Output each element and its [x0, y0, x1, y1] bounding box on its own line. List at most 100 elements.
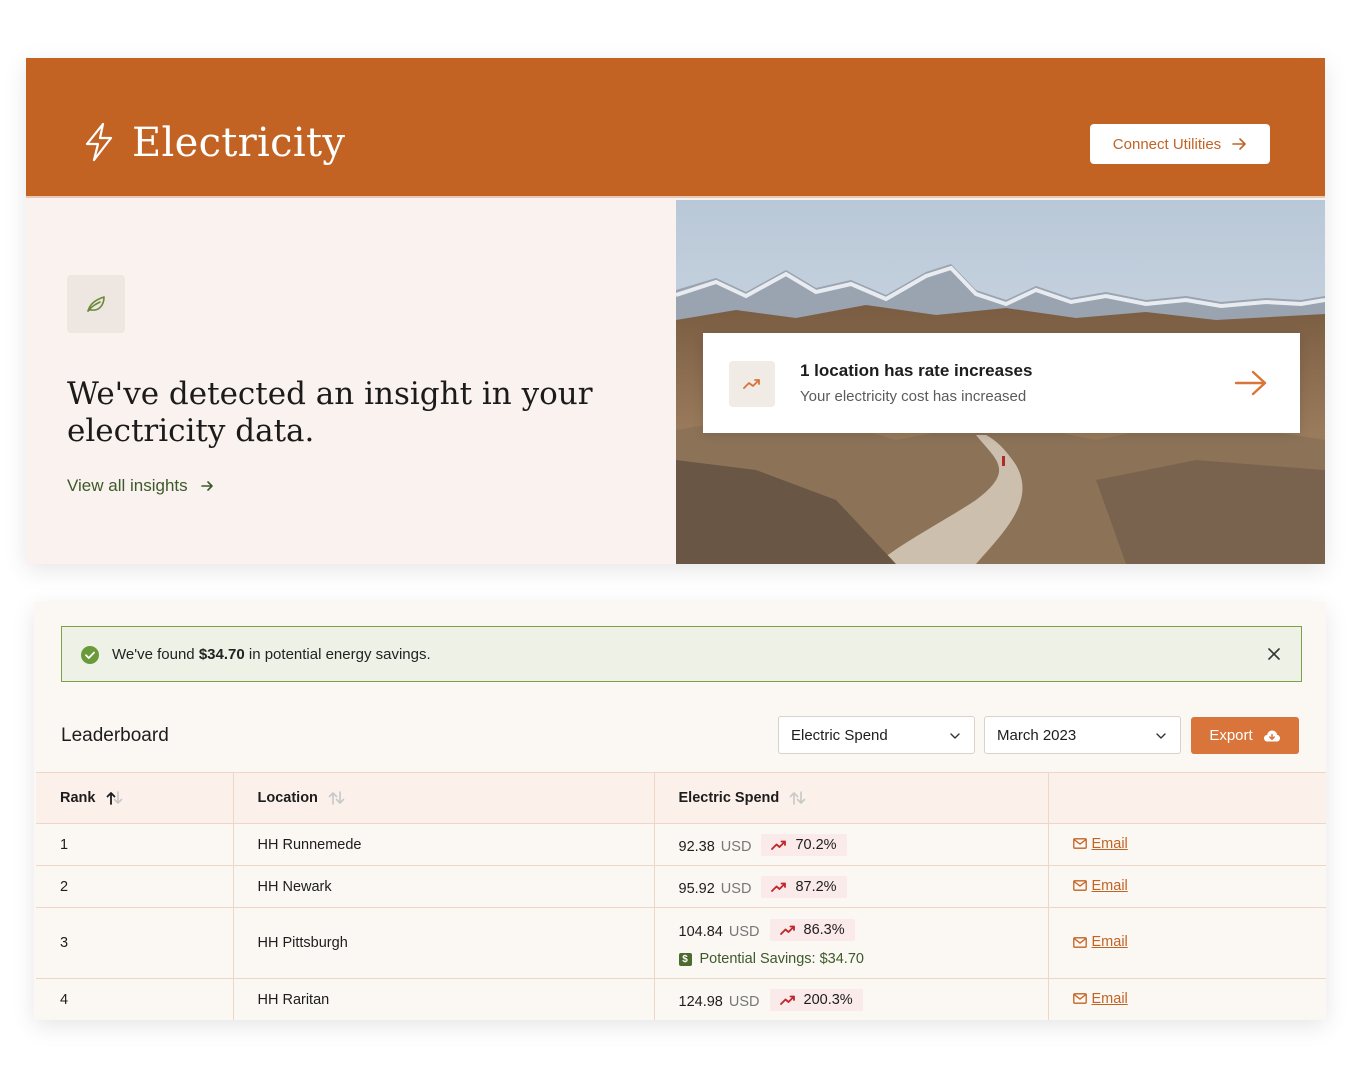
spend-value: 104.84 — [678, 924, 723, 940]
rank-cell: 1 — [36, 823, 234, 866]
arrow-right-icon[interactable] — [1234, 369, 1268, 397]
dollar-icon: $ — [678, 952, 692, 966]
savings-amount: $34.70 — [198, 646, 245, 663]
savings-alert: We've found $34.70 in potential energy s… — [61, 626, 1302, 682]
location-cell: HH Raritan — [233, 978, 655, 1020]
insight-panel: We've detected an insight in your electr… — [26, 200, 676, 564]
table-row: 3 HH Pittsburgh 104.84 USD 86.3% $ Potent… — [36, 907, 1326, 979]
rate-card-title: 1 location has rate increases — [800, 361, 1033, 380]
lightning-bolt-icon — [85, 122, 113, 162]
spend-unit: USD — [728, 993, 760, 1010]
envelope-icon — [1072, 838, 1087, 850]
location-cell: HH Newark — [233, 865, 655, 908]
rank-cell: 3 — [36, 907, 234, 979]
view-all-insights-label: View all insights — [67, 476, 188, 495]
envelope-icon — [1072, 936, 1087, 948]
spend-unit: USD — [720, 880, 752, 897]
sort-ascending-icon — [106, 791, 122, 806]
insight-heading: We've detected an insight in your electr… — [67, 376, 593, 449]
leaderboard-table: Rank Location Electric Spend 1 HH Runnem… — [36, 772, 1326, 1020]
leaf-icon — [87, 296, 105, 312]
envelope-icon — [1072, 880, 1087, 892]
connect-utilities-button[interactable]: Connect Utilities — [1090, 124, 1270, 164]
location-cell: HH Pittsburgh — [233, 907, 655, 979]
email-link[interactable]: Email — [1072, 934, 1128, 951]
table-row: 1 HH Runnemede 92.38 USD 70.2% Email — [36, 823, 1326, 866]
check-circle-icon — [81, 646, 99, 664]
page-title: Electricity — [132, 120, 346, 166]
rank-cell: 2 — [36, 865, 234, 908]
email-cell: Email — [1048, 823, 1326, 866]
table-row: 2 HH Newark 95.92 USD 87.2% Email — [36, 865, 1326, 908]
email-label: Email — [1091, 877, 1128, 894]
email-label: Email — [1091, 934, 1128, 951]
email-cell: Email — [1048, 907, 1326, 979]
spend-cell: 92.38 USD 70.2% — [654, 823, 1049, 866]
email-label: Email — [1091, 990, 1128, 1007]
leaf-icon-box — [67, 275, 125, 333]
change-value: 200.3% — [803, 991, 853, 1008]
change-value: 86.3% — [803, 922, 845, 938]
column-header-actions — [1048, 772, 1326, 824]
email-link[interactable]: Email — [1072, 835, 1128, 852]
column-header-location[interactable]: Location — [233, 772, 655, 824]
location-cell: HH Runnemede — [233, 823, 655, 866]
cloud-download-icon — [1263, 730, 1280, 741]
spend-value: 92.38 — [678, 838, 715, 855]
export-label: Export — [1209, 727, 1253, 744]
month-select-value: March 2023 — [997, 726, 1077, 744]
email-link[interactable]: Email — [1072, 990, 1128, 1007]
spend-value: 95.92 — [678, 880, 715, 897]
leaderboard-title: Leaderboard — [61, 725, 169, 746]
column-header-electric-spend[interactable]: Electric Spend — [654, 772, 1049, 824]
rate-increase-card[interactable]: 1 location has rate increases Your elect… — [703, 333, 1300, 433]
connect-utilities-label: Connect Utilities — [1112, 135, 1222, 153]
trending-up-icon — [779, 995, 795, 1005]
change-value: 87.2% — [795, 878, 837, 895]
trending-up-icon — [743, 379, 760, 389]
metric-select-value: Electric Spend — [791, 726, 888, 744]
spend-cell: 124.98 USD 200.3% — [654, 978, 1049, 1020]
table-header-row: Rank Location Electric Spend — [36, 772, 1326, 824]
arrow-right-icon — [1232, 138, 1246, 150]
chevron-down-icon — [950, 733, 960, 739]
change-badge: 70.2% — [761, 833, 847, 856]
change-value: 70.2% — [795, 836, 837, 853]
email-cell: Email — [1048, 865, 1326, 908]
column-header-rank[interactable]: Rank — [36, 772, 234, 824]
spend-value: 124.98 — [678, 993, 723, 1010]
rate-card-subtitle: Your electricity cost has increased — [800, 388, 1027, 405]
table-row: 4 HH Raritan 124.98 USD 200.3% Email — [36, 978, 1326, 1020]
sort-icon — [789, 791, 806, 805]
chevron-down-icon — [1156, 733, 1166, 739]
month-select[interactable]: March 2023 — [984, 716, 1181, 754]
email-cell: Email — [1048, 978, 1326, 1020]
leaderboard-card: We've found $34.70 in potential energy s… — [34, 602, 1326, 1020]
rank-cell: 4 — [36, 978, 234, 1020]
close-icon[interactable] — [1267, 647, 1281, 661]
trending-up-icon — [779, 925, 795, 935]
page-header: Electricity Connect Utilities — [26, 58, 1325, 198]
potential-savings-label: Potential Savings: $34.70 — [699, 951, 864, 967]
arrow-right-icon — [200, 481, 213, 491]
spend-cell: 104.84 USD 86.3% $ Potential Savings: $34… — [654, 907, 1049, 979]
email-link[interactable]: Email — [1072, 877, 1128, 894]
view-all-insights-link[interactable]: View all insights — [67, 476, 214, 496]
spend-cell: 95.92 USD 87.2% — [654, 865, 1049, 908]
metric-select[interactable]: Electric Spend — [778, 716, 975, 754]
change-badge: 87.2% — [761, 875, 847, 898]
potential-savings: $ Potential Savings: $34.70 — [678, 951, 1048, 967]
trending-up-icon — [771, 882, 787, 892]
email-label: Email — [1091, 835, 1128, 852]
spend-unit: USD — [728, 924, 760, 940]
savings-alert-message: We've found $34.70 in potential energy s… — [112, 646, 431, 663]
sort-icon — [328, 791, 345, 805]
trend-icon-box — [729, 361, 775, 407]
envelope-icon — [1072, 993, 1087, 1005]
change-badge: 86.3% — [769, 919, 855, 941]
export-button[interactable]: Export — [1191, 717, 1299, 754]
spend-unit: USD — [720, 838, 752, 855]
trending-up-icon — [771, 840, 787, 850]
change-badge: 200.3% — [769, 988, 863, 1011]
electricity-hero-card: Electricity Connect Utilities We've dete… — [26, 58, 1325, 564]
